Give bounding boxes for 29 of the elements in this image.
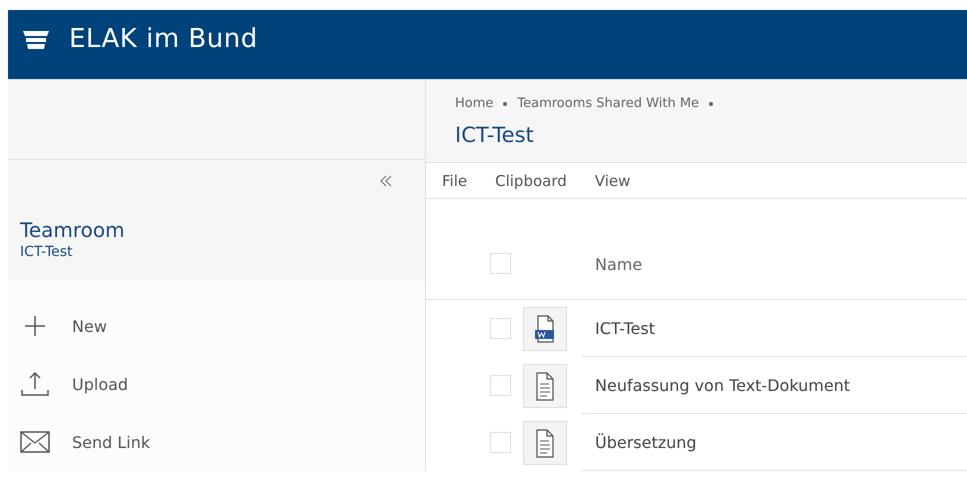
breadcrumb-link[interactable]: Teamrooms Shared With Me (517, 96, 700, 111)
action-link[interactable]: Send Link (72, 432, 150, 452)
page-title: ICT-Test (455, 123, 535, 147)
file-name-cell[interactable]: Übersetzung (581, 414, 967, 471)
checkbox[interactable] (490, 375, 511, 396)
logo-icon (23, 31, 49, 49)
separator-dot-icon (503, 102, 508, 106)
upload-icon[interactable] (20, 371, 50, 397)
checkbox[interactable] (490, 253, 511, 274)
collapse-icon[interactable] (379, 175, 393, 188)
column-header[interactable]: Name (595, 255, 642, 274)
action-link[interactable]: New (72, 316, 107, 336)
menu-item[interactable]: Clipboard (495, 172, 567, 190)
separator-dot-icon (709, 102, 714, 106)
checkbox[interactable] (490, 318, 511, 339)
text-document-icon (523, 420, 567, 464)
menu-item[interactable]: File (442, 172, 468, 190)
action-link[interactable]: Upload (72, 374, 128, 394)
breadcrumb-link[interactable]: Home (455, 96, 494, 111)
envelope-icon[interactable] (20, 431, 50, 453)
checkbox[interactable] (490, 432, 511, 453)
teamroom-name: ICT-Test (20, 244, 74, 260)
menu-item[interactable]: View (594, 172, 630, 190)
file-name-cell[interactable]: Neufassung von Text-Dokument (581, 357, 967, 414)
file-name-cell[interactable]: ICT-Test (581, 300, 967, 357)
word-document-icon (523, 306, 567, 350)
app-title: ELAK im Bund (69, 24, 258, 54)
teamroom-heading: Teamroom (20, 218, 126, 242)
text-document-icon (523, 364, 567, 408)
